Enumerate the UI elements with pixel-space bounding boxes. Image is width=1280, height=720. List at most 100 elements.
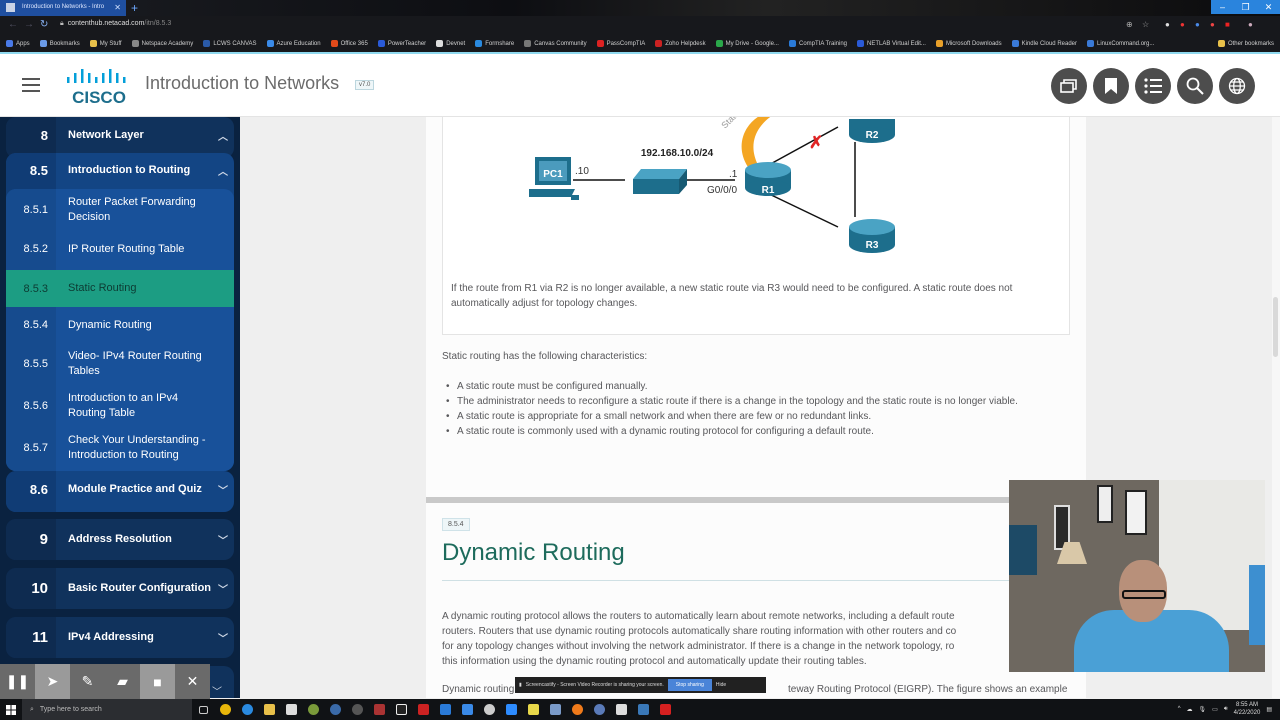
zoom-taskbar-icon[interactable] — [500, 699, 522, 720]
bookmark-item[interactable]: Netspace Academy — [131, 40, 193, 47]
chapter-item-10[interactable]: 10 Basic Router Configuration ﹀ — [6, 568, 234, 609]
extension-icon[interactable]: ● — [1210, 20, 1215, 29]
app-taskbar-icon[interactable] — [610, 699, 632, 720]
microphone-icon[interactable]: 🎙︎ — [1199, 706, 1207, 713]
other-bookmarks[interactable]: Other bookmarks — [1217, 40, 1274, 47]
bookmark-item[interactable]: Devnet — [436, 40, 465, 47]
bookmark-item[interactable]: NETLAB Virtual Edit... — [857, 40, 926, 47]
taskbar-search[interactable]: ⌕ Type here to search — [22, 699, 192, 720]
stop-sharing-button[interactable]: Stop sharing — [667, 679, 712, 691]
app-taskbar-icon[interactable] — [368, 699, 390, 720]
tray-expand-icon[interactable]: ^ — [1178, 706, 1181, 712]
webcam-overlay[interactable] — [1009, 480, 1265, 672]
toc-button[interactable] — [1135, 68, 1171, 104]
bookmark-item[interactable]: Microsoft Downloads — [935, 40, 1002, 47]
bookmark-button[interactable] — [1093, 68, 1129, 104]
bookmark-item[interactable]: Apps — [6, 40, 30, 47]
extension-icon[interactable]: ■ — [1225, 20, 1230, 29]
chrome-taskbar-icon[interactable] — [214, 699, 236, 720]
python-taskbar-icon[interactable] — [632, 699, 654, 720]
store-taskbar-icon[interactable] — [280, 699, 302, 720]
hide-button[interactable]: Hide — [716, 682, 726, 688]
acrobat-taskbar-icon[interactable] — [654, 699, 676, 720]
subsection-item[interactable]: 8.5.5 Video- IPv4 Router Routing Tables — [6, 344, 234, 384]
app-taskbar-icon[interactable] — [522, 699, 544, 720]
subsection-item[interactable]: 8.5.7 Check Your Understanding - Introdu… — [6, 428, 234, 468]
bookmark-item[interactable]: CompTIA Training — [788, 40, 847, 47]
url-field[interactable]: 🔒︎ contenthub.netacad.com/itn/8.5.3 — [60, 20, 171, 28]
bookmark-item[interactable]: PassCompTIA — [596, 40, 645, 47]
bookmark-item[interactable]: LinuxCommand.org... — [1087, 40, 1154, 47]
clock[interactable]: 8:55 AM 4/22/2020 — [1234, 701, 1261, 717]
chapter-item-9[interactable]: 9 Address Resolution ﹀ — [6, 519, 234, 560]
bookmark-item[interactable]: PowerTeacher — [377, 40, 426, 47]
subsection-item[interactable]: 8.5.6 Introduction to an IPv4 Routing Ta… — [6, 386, 234, 426]
reload-icon[interactable]: ↻ — [40, 19, 48, 30]
forward-icon[interactable]: → — [24, 19, 34, 30]
task-view-button[interactable] — [192, 699, 214, 720]
subsection-item[interactable]: 8.5.2 IP Router Routing Table — [6, 231, 234, 267]
explorer-taskbar-icon[interactable] — [258, 699, 280, 720]
bookmark-item[interactable]: My Stuff — [89, 40, 122, 47]
extension-icon[interactable]: ● — [1180, 20, 1185, 29]
app-taskbar-icon[interactable] — [478, 699, 500, 720]
bookmark-item[interactable]: Office 365 — [330, 40, 368, 47]
pen-tool-button[interactable]: ✎ — [70, 664, 105, 699]
new-tab-button[interactable]: + — [131, 1, 138, 15]
notifications-icon[interactable]: ▤ — [1266, 706, 1272, 713]
edge-taskbar-icon[interactable] — [236, 699, 258, 720]
bookmark-item[interactable]: Zoho Helpdesk — [655, 40, 706, 47]
bookmark-item[interactable]: Azure Education — [266, 40, 321, 47]
resources-button[interactable] — [1051, 68, 1087, 104]
pause-button[interactable]: ❚❚ — [0, 664, 35, 699]
tab-close-icon[interactable]: ✕ — [114, 3, 121, 12]
app-taskbar-icon[interactable] — [544, 699, 566, 720]
cursor-tool-button[interactable]: ➤ — [35, 664, 70, 699]
search-button[interactable] — [1177, 68, 1213, 104]
chapter-item-8[interactable]: 8 Network Layer ︿ — [6, 117, 234, 153]
app-taskbar-icon[interactable] — [412, 699, 434, 720]
app-taskbar-icon[interactable] — [390, 699, 412, 720]
menu-icon[interactable] — [22, 78, 40, 92]
steam-taskbar-icon[interactable] — [324, 699, 346, 720]
subsection-item-active[interactable]: 8.5.3 Static Routing — [6, 270, 234, 307]
section-item-8-5[interactable]: 8.5 Introduction to Routing ︿ — [6, 153, 234, 187]
scrollbar[interactable] — [1272, 117, 1280, 698]
scrollbar-thumb[interactable] — [1273, 297, 1278, 357]
start-button[interactable] — [0, 699, 22, 720]
bookmark-item[interactable]: My Drive - Google... — [715, 40, 779, 47]
app-taskbar-icon[interactable] — [302, 699, 324, 720]
bookmark-item[interactable]: Canvas Community — [524, 40, 587, 47]
browser-tab[interactable]: Introduction to Networks - Intro ✕ — [0, 0, 126, 16]
bookmark-item[interactable]: LCWS CANVAS — [203, 40, 257, 47]
app-taskbar-icon[interactable] — [588, 699, 610, 720]
language-button[interactable] — [1219, 68, 1255, 104]
drag-handle[interactable]: ▮ — [519, 682, 522, 688]
section-item-8-6[interactable]: 8.6 Module Practice and Quiz ﹀ — [6, 471, 234, 507]
bookmark-item[interactable]: Bookmarks — [39, 40, 80, 47]
outlook-taskbar-icon[interactable] — [434, 699, 456, 720]
subsection-item[interactable]: 8.5.1 Router Packet Forwarding Decision — [6, 191, 234, 229]
extension-icon[interactable]: ● — [1165, 20, 1170, 29]
minimize-button[interactable]: – — [1211, 0, 1234, 14]
close-toolbar-button[interactable]: ✕ — [175, 664, 210, 699]
close-window-button[interactable]: ✕ — [1257, 0, 1280, 14]
maximize-button[interactable]: ❐ — [1234, 0, 1257, 14]
app-taskbar-icon[interactable] — [566, 699, 588, 720]
eraser-tool-button[interactable]: ▰ — [105, 664, 140, 699]
network-icon[interactable]: ▭ — [1212, 706, 1218, 713]
chapter-item-11[interactable]: 11 IPv4 Addressing ﹀ — [6, 617, 234, 658]
back-icon[interactable]: ← — [8, 19, 18, 30]
app-taskbar-icon[interactable] — [346, 699, 368, 720]
star-icon[interactable]: ☆ — [1142, 20, 1149, 29]
extension-icon[interactable]: ● — [1195, 20, 1200, 29]
zoom-icon[interactable]: ⊕ — [1126, 20, 1133, 29]
profile-avatar[interactable]: ● — [1248, 20, 1253, 29]
onedrive-icon[interactable]: ☁ — [1187, 706, 1193, 713]
bookmark-item[interactable]: Kindle Cloud Reader — [1011, 40, 1077, 47]
subsection-item[interactable]: 8.5.4 Dynamic Routing — [6, 308, 234, 342]
volume-icon[interactable]: 🔊︎ — [1224, 706, 1228, 713]
webcam-toggle-button[interactable]: ■ — [140, 664, 175, 699]
bookmark-item[interactable]: Formshare — [475, 40, 514, 47]
app-taskbar-icon[interactable] — [456, 699, 478, 720]
